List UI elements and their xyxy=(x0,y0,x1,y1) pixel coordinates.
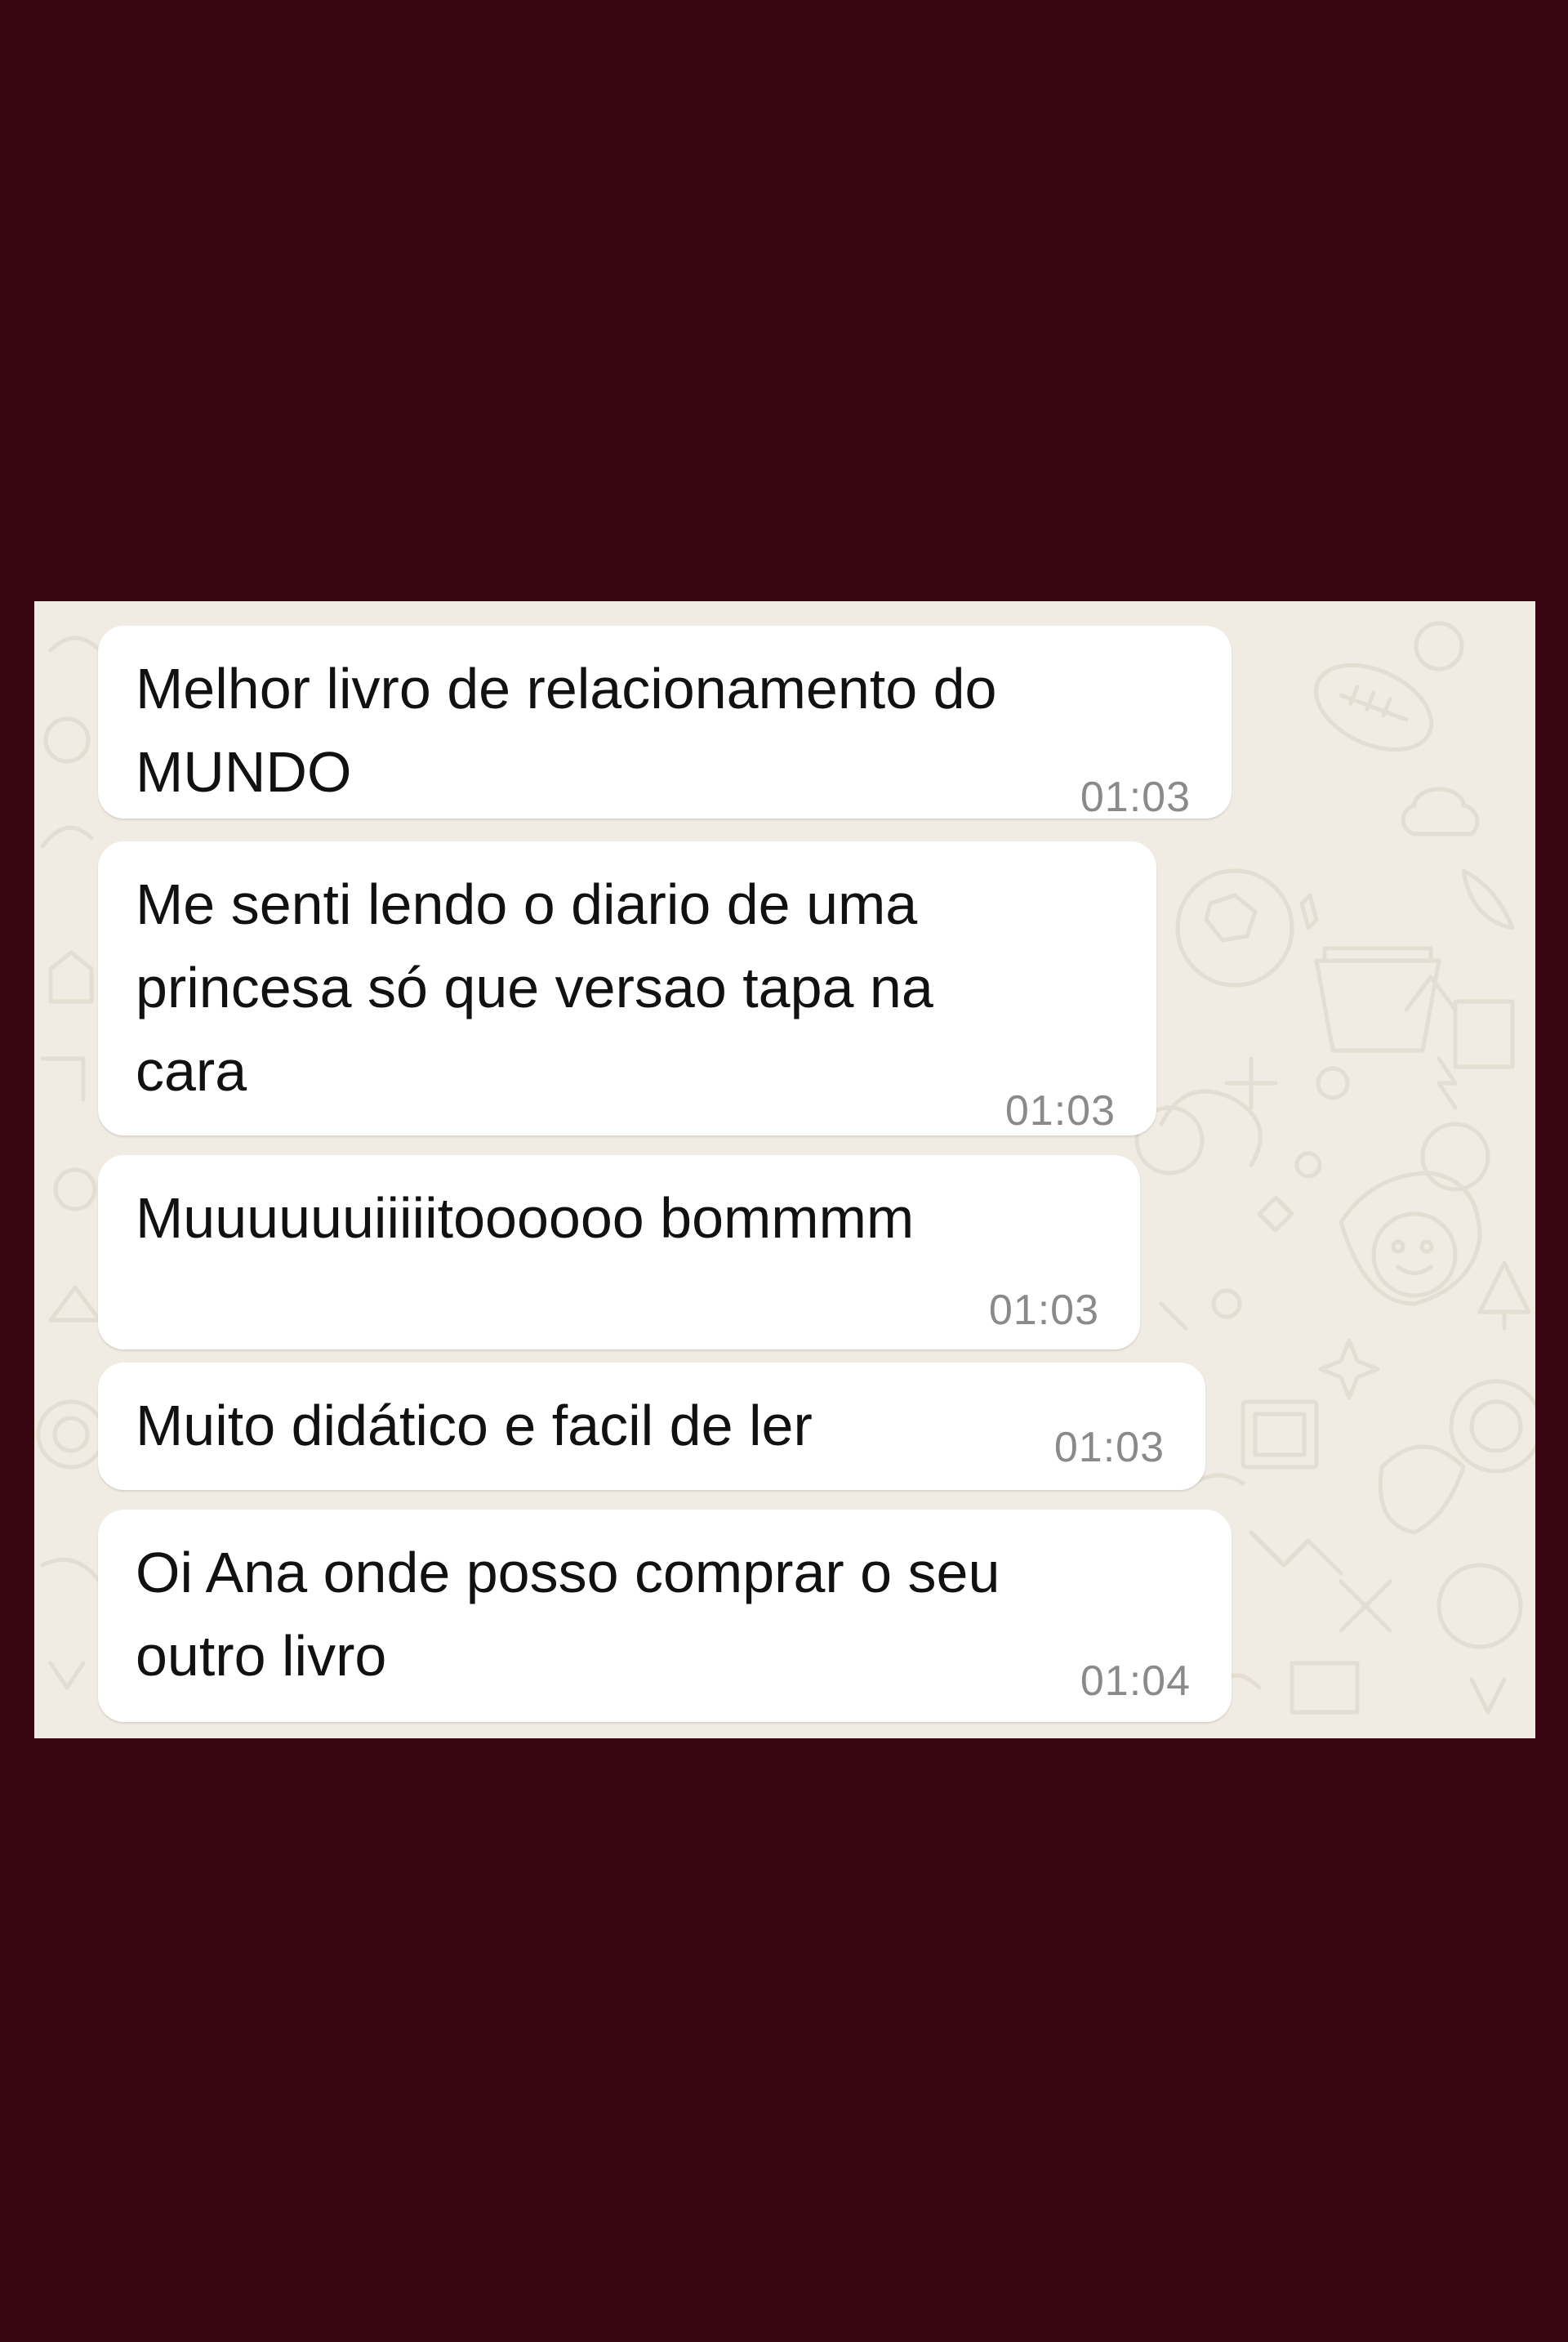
message-timestamp: 01:03 xyxy=(1004,1087,1116,1135)
message-timestamp: 01:03 xyxy=(1054,1424,1165,1471)
message-bubble[interactable]: Melhor livro de relacionamento do MUNDO … xyxy=(98,626,1232,821)
message-bubble[interactable]: Me senti lendo o diario de uma princesa … xyxy=(98,841,1156,1135)
message-text: Muuuuuuiiiiitoooooo bommmm xyxy=(136,1186,915,1250)
chat-panel[interactable]: Melhor livro de relacionamento do MUNDO … xyxy=(34,601,1535,1738)
message-text: Muito didático e facil de ler xyxy=(136,1394,813,1457)
message-bubble[interactable]: Oi Ana onde posso comprar o seu outro li… xyxy=(98,1510,1232,1722)
message-text: Melhor livro de relacionamento do MUNDO xyxy=(136,657,997,804)
message-bubble[interactable]: Muito didático e facil de ler 01:03 xyxy=(98,1363,1205,1490)
message-bubble[interactable]: Muuuuuuiiiiitoooooo bommmm 01:03 xyxy=(98,1155,1140,1349)
message-timestamp: 01:03 xyxy=(1080,774,1191,821)
message-text: Me senti lendo o diario de uma princesa … xyxy=(136,872,933,1103)
message-timestamp: 01:04 xyxy=(1080,1657,1191,1705)
message-timestamp: 01:03 xyxy=(988,1287,1099,1334)
message-text: Oi Ana onde posso comprar o seu outro li… xyxy=(136,1541,1000,1688)
